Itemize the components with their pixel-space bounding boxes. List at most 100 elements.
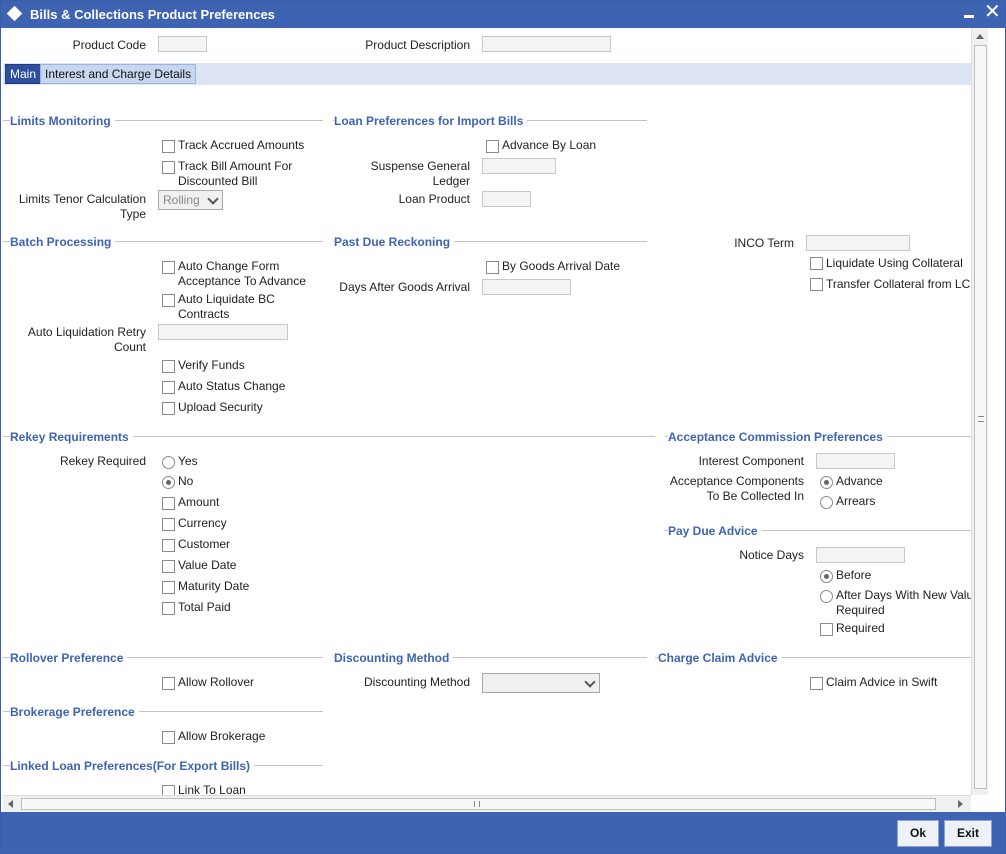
form-viewport: Product Code Product Description Main In… <box>3 28 971 795</box>
suspense-gl-input[interactable] <box>482 158 556 174</box>
allow-brokerage-checkbox[interactable] <box>162 731 175 744</box>
retry-count-label-2: Count <box>113 340 146 354</box>
rekey-title: Rekey Requirements <box>10 430 133 444</box>
track-bill-amount-label-1: Track Bill Amount For <box>178 159 293 173</box>
link-to-loan-label: Link To Loan <box>178 783 246 795</box>
rekey-maturity-date-checkbox[interactable] <box>162 581 175 594</box>
rekey-amount-label: Amount <box>178 495 220 509</box>
auto-status-change-checkbox[interactable] <box>162 381 175 394</box>
claim-advice-swift-checkbox[interactable] <box>810 677 823 690</box>
ok-button[interactable]: Ok <box>897 820 939 847</box>
advance-by-loan-label: Advance By Loan <box>502 138 597 152</box>
auto-change-label-1: Auto Change Form <box>178 259 280 273</box>
scroll-up-arrow-icon[interactable] <box>976 34 984 39</box>
by-goods-arrival-checkbox[interactable] <box>486 261 499 274</box>
track-bill-amount-checkbox[interactable] <box>162 161 175 174</box>
title-bar: Bills & Collections Product Preferences … <box>1 1 1005 28</box>
interest-component-input[interactable] <box>816 453 895 469</box>
product-description-label: Product Description <box>365 38 470 52</box>
liquidate-collateral-checkbox[interactable] <box>810 257 823 270</box>
acceptance-arrears-label: Arrears <box>836 494 876 508</box>
past-due-title: Past Due Reckoning <box>334 235 455 249</box>
auto-change-label-2: Acceptance To Advance <box>178 274 306 288</box>
days-after-arrival-input[interactable] <box>482 279 571 295</box>
diamond-icon <box>6 5 23 22</box>
acceptance-advance-radio[interactable] <box>820 476 833 489</box>
upload-security-label: Upload Security <box>178 400 263 414</box>
vertical-scroll-thumb[interactable] <box>974 45 987 789</box>
claim-advice-swift-label: Claim Advice in Swift <box>826 675 938 689</box>
product-preferences-window: Bills & Collections Product Preferences … <box>0 0 1006 854</box>
pay-due-before-label: Before <box>836 568 872 582</box>
discounting-title: Discounting Method <box>334 651 454 665</box>
tab-strip: Main Interest and Charge Details <box>3 63 971 85</box>
rekey-currency-checkbox[interactable] <box>162 518 175 531</box>
advance-by-loan-checkbox[interactable] <box>486 140 499 153</box>
by-goods-arrival-label: By Goods Arrival Date <box>502 259 621 273</box>
rekey-no-label: No <box>178 474 194 488</box>
acceptance-components-label-1: Acceptance Components <box>669 474 804 488</box>
upload-security-checkbox[interactable] <box>162 402 175 415</box>
retry-count-input[interactable] <box>158 324 288 340</box>
auto-liquidate-label-1: Auto Liquidate BC <box>178 292 275 306</box>
acceptance-title: Acceptance Commission Preferences <box>668 430 887 444</box>
close-icon[interactable]: ✕ <box>984 2 1001 22</box>
auto-liquidate-checkbox[interactable] <box>162 294 175 307</box>
inco-term-input[interactable] <box>806 235 910 251</box>
scroll-left-arrow-icon[interactable] <box>8 800 13 808</box>
limits-tenor-label-2: Type <box>119 207 146 221</box>
discounting-method-select[interactable] <box>482 673 600 693</box>
verify-funds-checkbox[interactable] <box>162 360 175 373</box>
auto-status-change-label: Auto Status Change <box>178 379 286 393</box>
transfer-collateral-checkbox[interactable] <box>810 278 823 291</box>
minimize-icon[interactable] <box>964 15 974 18</box>
auto-change-checkbox[interactable] <box>162 261 175 274</box>
rekey-total-paid-checkbox[interactable] <box>162 602 175 615</box>
transfer-collateral-label: Transfer Collateral from LC <box>826 277 971 291</box>
retry-count-label-1: Auto Liquidation Retry <box>27 325 146 339</box>
link-to-loan-checkbox[interactable] <box>162 785 175 795</box>
footer-bar: Ok Exit <box>1 812 1005 853</box>
rekey-no-radio[interactable] <box>162 476 175 489</box>
limits-tenor-value: Rolling <box>163 193 200 207</box>
notice-days-label: Notice Days <box>739 548 804 562</box>
allow-rollover-checkbox[interactable] <box>162 677 175 690</box>
horizontal-scrollbar[interactable] <box>3 795 971 812</box>
charge-claim-title: Charge Claim Advice <box>658 651 782 665</box>
loan-product-input[interactable] <box>482 191 531 207</box>
product-code-input[interactable] <box>158 36 207 52</box>
allow-brokerage-label: Allow Brokerage <box>178 729 266 743</box>
verify-funds-label: Verify Funds <box>178 358 245 372</box>
pay-due-title: Pay Due Advice <box>668 524 762 538</box>
scroll-right-arrow-icon[interactable] <box>958 800 963 808</box>
pay-due-required-checkbox[interactable] <box>820 623 833 636</box>
limits-tenor-select[interactable]: Rolling <box>158 190 223 210</box>
window-title: Bills & Collections Product Preferences <box>30 7 275 22</box>
rekey-amount-checkbox[interactable] <box>162 497 175 510</box>
product-code-label: Product Code <box>72 38 146 52</box>
linked-loan-title: Linked Loan Preferences(For Export Bills… <box>10 759 255 773</box>
days-after-arrival-label: Days After Goods Arrival <box>339 280 470 294</box>
rekey-yes-radio[interactable] <box>162 456 175 469</box>
tab-interest-and-charge-details[interactable]: Interest and Charge Details <box>40 64 197 84</box>
rekey-value-date-checkbox[interactable] <box>162 560 175 573</box>
product-description-input[interactable] <box>482 36 611 52</box>
track-accrued-amounts-checkbox[interactable] <box>162 140 175 153</box>
rekey-customer-checkbox[interactable] <box>162 539 175 552</box>
pay-due-before-radio[interactable] <box>820 570 833 583</box>
exit-button[interactable]: Exit <box>944 820 992 847</box>
rekey-customer-label: Customer <box>178 537 231 551</box>
pay-due-after-radio[interactable] <box>820 590 833 603</box>
horizontal-scroll-thumb[interactable] <box>21 798 936 810</box>
limits-monitoring-title: Limits Monitoring <box>10 114 115 128</box>
rekey-currency-label: Currency <box>178 516 227 530</box>
acceptance-components-label-2: To Be Collected In <box>706 489 804 503</box>
vertical-scrollbar[interactable] <box>971 28 988 795</box>
loan-import-title: Loan Preferences for Import Bills <box>334 114 528 128</box>
track-bill-amount-label-2: Discounted Bill <box>178 174 258 188</box>
notice-days-input[interactable] <box>816 547 905 563</box>
acceptance-arrears-radio[interactable] <box>820 496 833 509</box>
interest-component-label: Interest Component <box>698 454 804 468</box>
brokerage-title: Brokerage Preference <box>10 705 139 719</box>
tab-main[interactable]: Main <box>5 64 42 84</box>
